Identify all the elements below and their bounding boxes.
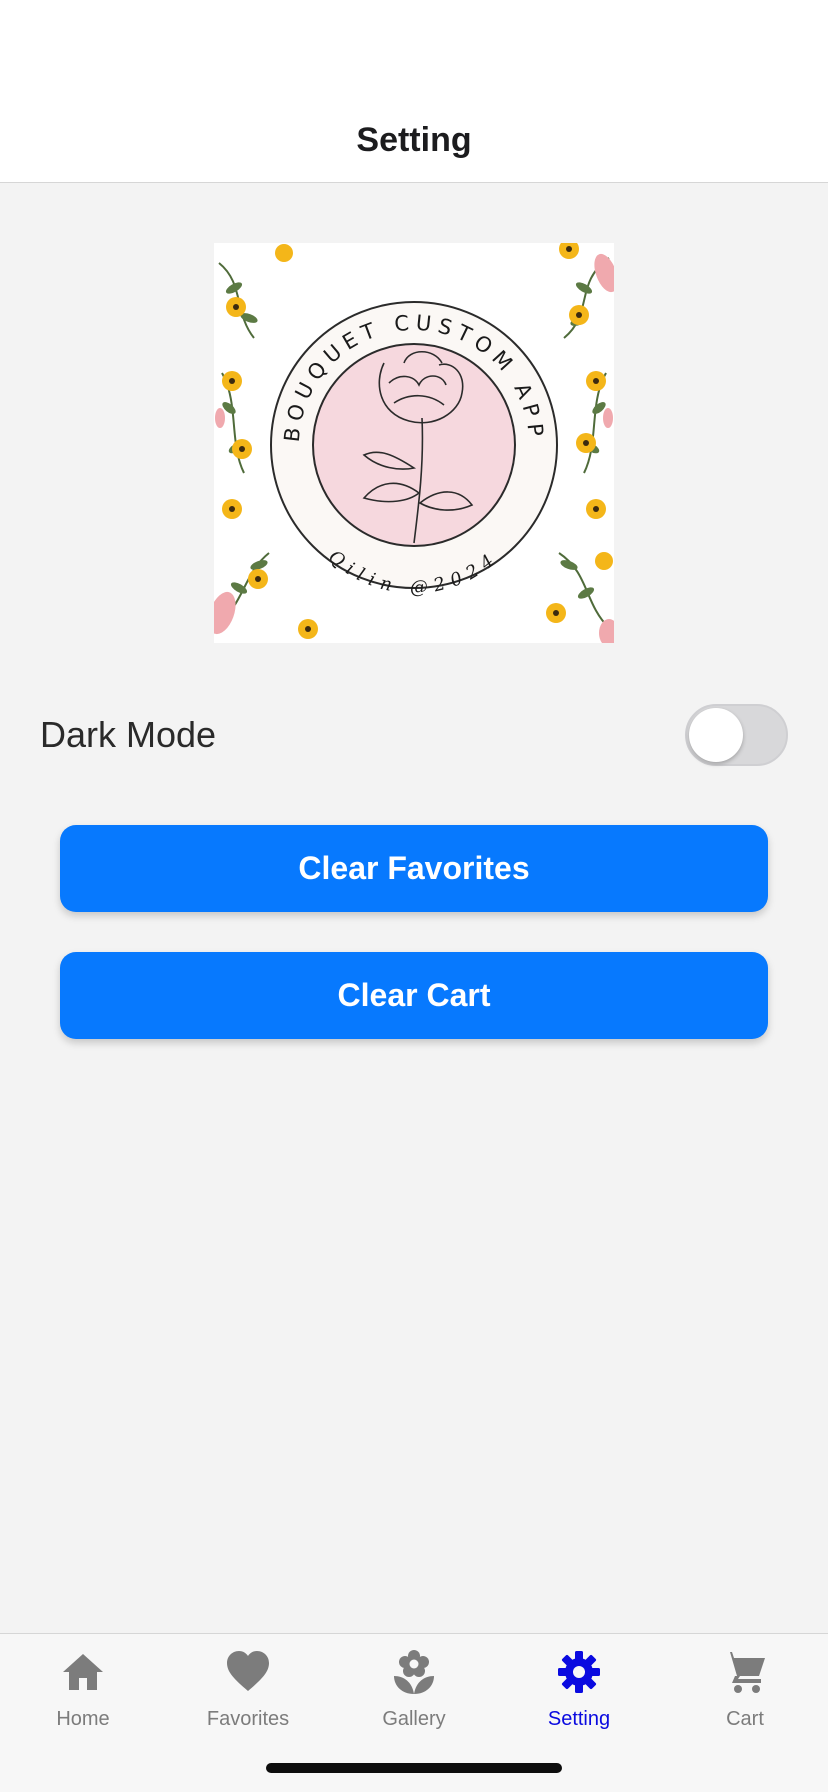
tab-home[interactable]: Home xyxy=(0,1646,166,1746)
clear-cart-button[interactable]: Clear Cart xyxy=(60,952,768,1039)
toggle-knob xyxy=(689,708,743,762)
clear-favorites-button[interactable]: Clear Favorites xyxy=(60,825,768,912)
home-icon xyxy=(63,1654,103,1690)
tab-label: Cart xyxy=(726,1708,764,1730)
gear-icon xyxy=(558,1651,600,1693)
cart-icon xyxy=(723,1652,765,1693)
tab-label: Favorites xyxy=(206,1708,290,1730)
tab-setting[interactable]: Setting xyxy=(496,1646,662,1746)
heart-icon xyxy=(227,1651,269,1691)
tab-label: Gallery xyxy=(382,1708,446,1730)
page-title: Setting xyxy=(356,121,472,159)
tab-label: Setting xyxy=(547,1708,611,1730)
dark-mode-label: Dark Mode xyxy=(40,714,217,755)
header-bar: Setting xyxy=(0,0,828,183)
tab-cart[interactable]: Cart xyxy=(662,1646,828,1746)
app-logo-image: BOUQUET CUSTOM APP Qilin @2024 xyxy=(214,243,614,643)
tab-favorites[interactable]: Favorites xyxy=(165,1646,331,1746)
dark-mode-row: Dark Mode xyxy=(0,700,828,770)
tab-gallery[interactable]: Gallery xyxy=(331,1646,497,1746)
flower-icon xyxy=(394,1650,434,1694)
dark-mode-toggle[interactable] xyxy=(685,704,788,766)
home-indicator xyxy=(266,1763,562,1773)
tab-label: Home xyxy=(56,1708,110,1730)
